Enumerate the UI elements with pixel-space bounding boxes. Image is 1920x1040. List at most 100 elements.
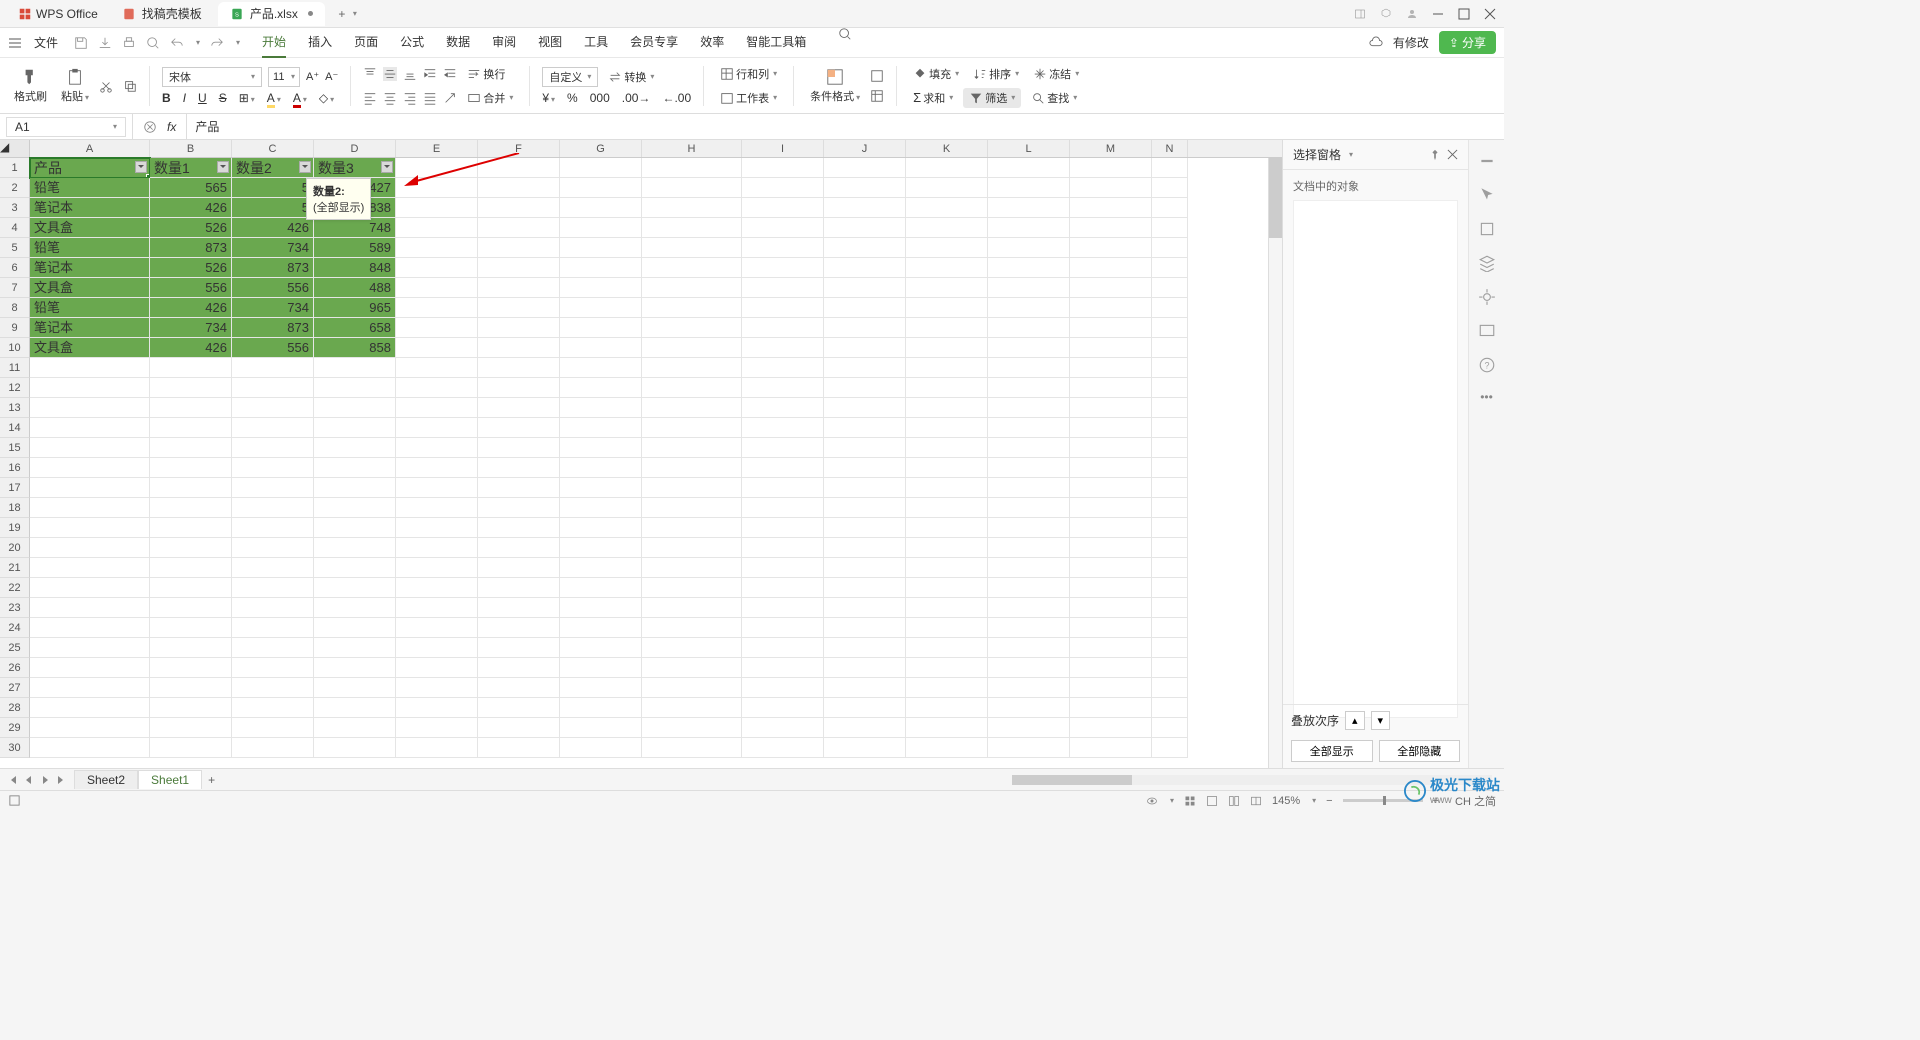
cell[interactable] — [824, 398, 906, 418]
cell[interactable] — [988, 218, 1070, 238]
cell[interactable] — [1070, 278, 1152, 298]
cell[interactable] — [1152, 618, 1188, 638]
cell[interactable] — [150, 518, 232, 538]
cell[interactable] — [906, 478, 988, 498]
cell[interactable] — [824, 678, 906, 698]
cell[interactable] — [478, 538, 560, 558]
menu-tab-tools[interactable]: 工具 — [584, 27, 608, 58]
bold-button[interactable]: B — [162, 91, 171, 105]
cell[interactable] — [314, 378, 396, 398]
cell[interactable] — [560, 378, 642, 398]
cell[interactable] — [478, 738, 560, 758]
cell[interactable] — [1152, 358, 1188, 378]
cell[interactable] — [150, 618, 232, 638]
cell[interactable] — [478, 358, 560, 378]
cell[interactable] — [396, 318, 478, 338]
row-head[interactable]: 29 — [0, 718, 30, 738]
cell[interactable] — [314, 398, 396, 418]
cell[interactable] — [742, 658, 824, 678]
cell[interactable] — [1070, 418, 1152, 438]
cell[interactable] — [642, 158, 742, 178]
cell[interactable]: 5 — [232, 198, 314, 218]
cell[interactable] — [642, 198, 742, 218]
cell[interactable] — [824, 538, 906, 558]
cell[interactable] — [1152, 158, 1188, 178]
cell[interactable] — [314, 458, 396, 478]
tab-list-dropdown[interactable]: ▾ — [353, 9, 357, 18]
cell[interactable] — [150, 738, 232, 758]
cell[interactable] — [742, 538, 824, 558]
paste-button[interactable]: 粘贴▾ — [57, 68, 93, 104]
cell[interactable] — [642, 338, 742, 358]
zoom-value[interactable]: 145% — [1272, 795, 1300, 807]
cell[interactable] — [1070, 398, 1152, 418]
cell[interactable] — [824, 258, 906, 278]
align-right-icon[interactable] — [403, 91, 417, 105]
cell[interactable] — [560, 598, 642, 618]
cell[interactable] — [824, 278, 906, 298]
currency-button[interactable]: ¥▾ — [542, 91, 555, 105]
cell[interactable] — [988, 418, 1070, 438]
cell[interactable] — [1152, 458, 1188, 478]
fx-label[interactable]: fx — [167, 120, 176, 134]
cell[interactable] — [396, 418, 478, 438]
rowcol-button[interactable]: 行和列▾ — [716, 64, 781, 84]
screen-icon[interactable] — [1478, 322, 1496, 340]
cell[interactable] — [642, 218, 742, 238]
cell[interactable] — [560, 518, 642, 538]
cell[interactable] — [1070, 698, 1152, 718]
cell[interactable] — [906, 598, 988, 618]
cell[interactable] — [742, 558, 824, 578]
cell[interactable] — [232, 458, 314, 478]
cell[interactable] — [30, 598, 150, 618]
cell[interactable] — [1152, 538, 1188, 558]
cell[interactable] — [906, 358, 988, 378]
cell[interactable] — [478, 458, 560, 478]
reading-view-icon[interactable] — [1250, 795, 1262, 807]
menu-tab-insert[interactable]: 插入 — [308, 27, 332, 58]
row-head[interactable]: 19 — [0, 518, 30, 538]
align-top-icon[interactable] — [363, 67, 377, 81]
cell[interactable] — [396, 578, 478, 598]
close-icon[interactable] — [1447, 149, 1458, 160]
cell[interactable] — [232, 598, 314, 618]
cell[interactable] — [560, 738, 642, 758]
freeze-button[interactable]: 冻结▾ — [1029, 64, 1083, 84]
row-head[interactable]: 17 — [0, 478, 30, 498]
cell[interactable]: 858 — [314, 338, 396, 358]
cell[interactable] — [396, 718, 478, 738]
sheet-prev-icon[interactable] — [24, 775, 34, 785]
cell[interactable] — [742, 158, 824, 178]
cell[interactable] — [906, 518, 988, 538]
cell[interactable] — [478, 558, 560, 578]
minimize-icon[interactable] — [1432, 8, 1444, 20]
cell[interactable] — [150, 398, 232, 418]
row-head[interactable]: 4 — [0, 218, 30, 238]
worksheet-button[interactable]: 工作表▾ — [716, 88, 781, 108]
cell[interactable] — [30, 398, 150, 418]
cell[interactable]: 556 — [232, 338, 314, 358]
cell[interactable] — [1070, 458, 1152, 478]
cell[interactable] — [906, 738, 988, 758]
cell[interactable] — [150, 718, 232, 738]
cell[interactable]: 526 — [150, 258, 232, 278]
search-icon[interactable] — [838, 27, 852, 41]
cell[interactable] — [906, 638, 988, 658]
add-sheet-button[interactable]: + — [202, 773, 221, 787]
row-head[interactable]: 13 — [0, 398, 30, 418]
clear-format-button[interactable]: ◇▾ — [319, 91, 334, 105]
cell[interactable] — [30, 558, 150, 578]
cell[interactable] — [742, 218, 824, 238]
cell[interactable] — [1152, 218, 1188, 238]
cell[interactable] — [1152, 318, 1188, 338]
row-head[interactable]: 21 — [0, 558, 30, 578]
row-head[interactable]: 30 — [0, 738, 30, 758]
status-icon[interactable] — [8, 794, 21, 807]
cell[interactable] — [1152, 478, 1188, 498]
cell[interactable] — [1152, 298, 1188, 318]
cell[interactable] — [742, 698, 824, 718]
cell[interactable] — [988, 178, 1070, 198]
cell[interactable] — [560, 298, 642, 318]
cond-format-button[interactable]: 条件格式▾ — [806, 68, 864, 104]
cell[interactable] — [30, 738, 150, 758]
